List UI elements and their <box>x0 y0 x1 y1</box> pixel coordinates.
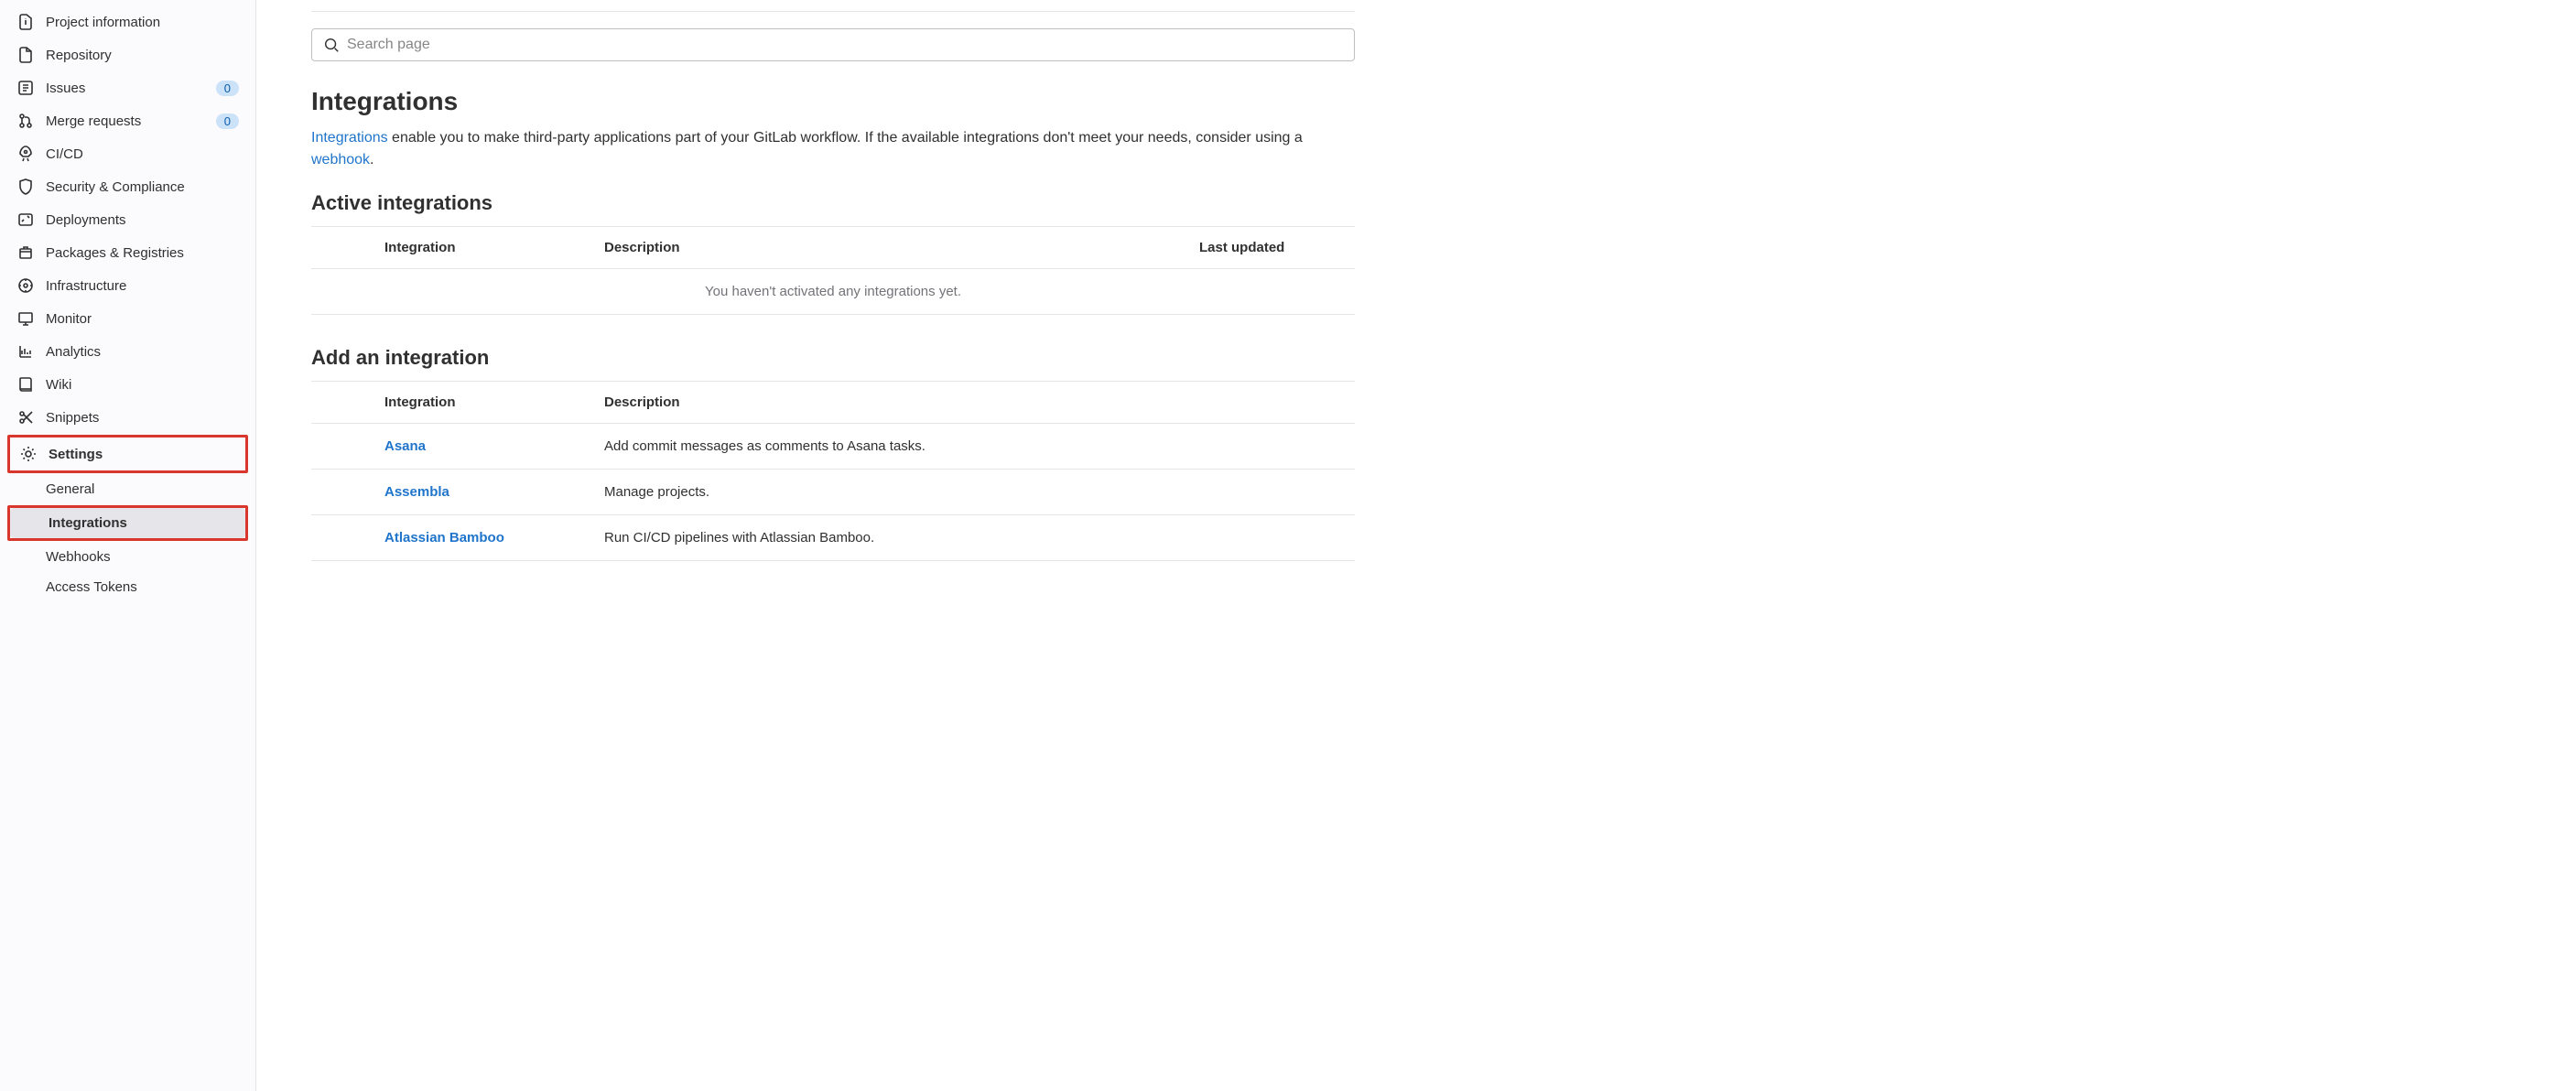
sidebar-item-infrastructure[interactable]: Infrastructure <box>7 269 248 302</box>
scissors-icon <box>16 408 35 427</box>
search-input[interactable] <box>347 37 1343 53</box>
rocket-icon <box>16 145 35 163</box>
integration-desc: Run CI/CD pipelines with Atlassian Bambo… <box>595 515 1355 561</box>
col-last-updated-header: Last updated <box>1190 227 1355 269</box>
sidebar-item-merge-requests[interactable]: Merge requests 0 <box>7 104 248 137</box>
issues-badge: 0 <box>216 81 239 96</box>
shield-icon <box>16 178 35 196</box>
infrastructure-icon <box>16 276 35 295</box>
sidebar-item-security[interactable]: Security & Compliance <box>7 170 248 203</box>
integration-desc: Add commit messages as comments to Asana… <box>595 424 1355 470</box>
sidebar-item-label: Wiki <box>46 377 239 393</box>
sidebar-sub-label: Webhooks <box>46 549 111 565</box>
integration-link-atlassian-bamboo[interactable]: Atlassian Bamboo <box>384 530 504 546</box>
sidebar-item-label: Deployments <box>46 212 239 228</box>
integrations-link[interactable]: Integrations <box>311 130 388 146</box>
active-integrations-title: Active integrations <box>311 191 1355 215</box>
sidebar-item-monitor[interactable]: Monitor <box>7 302 248 335</box>
add-integration-title: Add an integration <box>311 346 1355 370</box>
sidebar-item-label: Settings <box>49 447 236 462</box>
sidebar-sub-general[interactable]: General <box>7 474 248 504</box>
col-integration-header: Integration <box>375 382 595 424</box>
merge-icon <box>16 112 35 130</box>
table-row: Assembla Manage projects. <box>311 470 1355 515</box>
col-status-header <box>311 382 375 424</box>
analytics-icon <box>16 342 35 361</box>
sidebar-item-label: Infrastructure <box>46 278 239 294</box>
monitor-icon <box>16 309 35 328</box>
table-row: Atlassian Bamboo Run CI/CD pipelines wit… <box>311 515 1355 561</box>
sidebar-item-label: Repository <box>46 48 239 63</box>
intro-text-1: enable you to make third-party applicati… <box>388 130 1303 146</box>
highlight-integrations: Integrations <box>7 505 248 541</box>
integration-link-assembla[interactable]: Assembla <box>384 484 449 500</box>
intro-text-2: . <box>370 152 373 167</box>
sidebar-item-label: Packages & Registries <box>46 245 239 261</box>
sidebar-item-label: Monitor <box>46 311 239 327</box>
main-content: Integrations Integrations enable you to … <box>256 0 1410 1091</box>
sidebar-item-label: Issues <box>46 81 216 96</box>
sidebar-item-issues[interactable]: Issues 0 <box>7 71 248 104</box>
issues-icon <box>16 79 35 97</box>
highlight-settings: Settings <box>7 435 248 473</box>
col-description-header: Description <box>595 382 1355 424</box>
col-integration-header: Integration <box>375 227 595 269</box>
sidebar-sub-label: Access Tokens <box>46 579 137 595</box>
package-icon <box>16 243 35 262</box>
integration-desc: Manage projects. <box>595 470 1355 515</box>
sidebar-item-project-information[interactable]: Project information <box>7 5 248 38</box>
sidebar-item-label: Analytics <box>46 344 239 360</box>
sidebar-item-analytics[interactable]: Analytics <box>7 335 248 368</box>
sidebar-item-packages[interactable]: Packages & Registries <box>7 236 248 269</box>
empty-state-row: You haven't activated any integrations y… <box>311 269 1355 315</box>
merge-requests-badge: 0 <box>216 113 239 129</box>
sidebar-item-label: Security & Compliance <box>46 179 239 195</box>
active-integrations-table: Integration Description Last updated You… <box>311 226 1355 315</box>
gear-icon <box>19 445 38 463</box>
search-icon <box>323 37 340 53</box>
col-status-header <box>311 227 375 269</box>
sidebar-sub-access-tokens[interactable]: Access Tokens <box>7 572 248 602</box>
sidebar-sub-webhooks[interactable]: Webhooks <box>7 542 248 572</box>
sidebar-item-deployments[interactable]: Deployments <box>7 203 248 236</box>
empty-state-text: You haven't activated any integrations y… <box>311 269 1355 315</box>
integration-link-asana[interactable]: Asana <box>384 438 426 454</box>
sidebar-item-label: Snippets <box>46 410 239 426</box>
top-divider <box>311 11 1355 12</box>
page-title: Integrations <box>311 87 1355 116</box>
sidebar-sub-integrations[interactable]: Integrations <box>10 508 245 538</box>
sidebar-item-label: CI/CD <box>46 146 239 162</box>
sidebar-item-label: Project information <box>46 15 239 30</box>
col-description-header: Description <box>595 227 1190 269</box>
add-integration-table: Integration Description Asana Add commit… <box>311 381 1355 561</box>
intro-text: Integrations enable you to make third-pa… <box>311 127 1355 171</box>
project-info-icon <box>16 13 35 31</box>
book-icon <box>16 375 35 394</box>
sidebar-item-repository[interactable]: Repository <box>7 38 248 71</box>
deployments-icon <box>16 211 35 229</box>
search-container[interactable] <box>311 28 1355 61</box>
repository-icon <box>16 46 35 64</box>
webhook-link[interactable]: webhook <box>311 152 370 167</box>
sidebar-item-settings[interactable]: Settings <box>10 437 245 470</box>
sidebar-item-label: Merge requests <box>46 113 216 129</box>
sidebar-item-snippets[interactable]: Snippets <box>7 401 248 434</box>
sidebar: Project information Repository Issues 0 … <box>0 0 256 1091</box>
sidebar-item-wiki[interactable]: Wiki <box>7 368 248 401</box>
table-row: Asana Add commit messages as comments to… <box>311 424 1355 470</box>
sidebar-item-cicd[interactable]: CI/CD <box>7 137 248 170</box>
sidebar-sub-label: Integrations <box>49 515 127 531</box>
sidebar-sub-label: General <box>46 481 94 497</box>
